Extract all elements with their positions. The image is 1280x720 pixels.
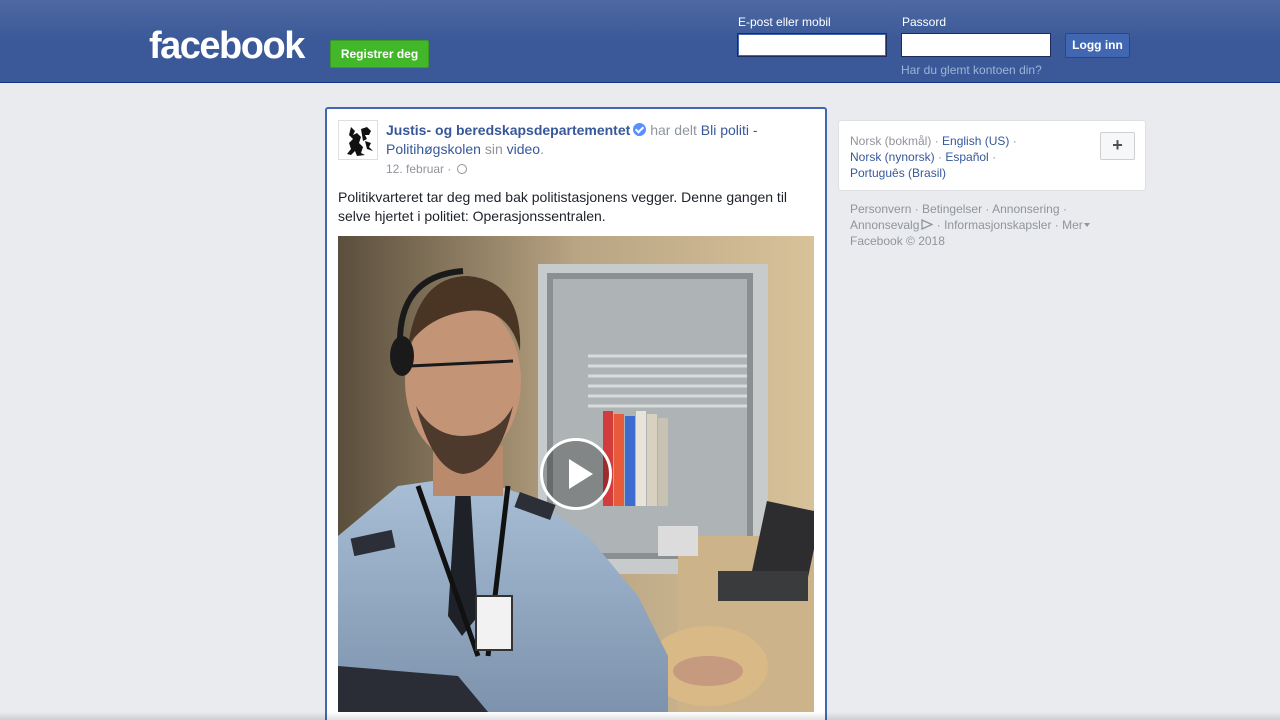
video-link[interactable]: video [507, 141, 540, 157]
email-field[interactable] [737, 33, 887, 57]
email-label: E-post eller mobil [738, 15, 831, 29]
current-language: Norsk (bokmål) [850, 134, 932, 148]
post-card: Justis- og beredskapsdepartementet har d… [325, 107, 827, 720]
caret-down-icon [1083, 223, 1090, 227]
period-text: . [540, 141, 544, 157]
footer-link-adchoices[interactable]: Annonsevalg [850, 218, 919, 232]
facebook-logo[interactable]: facebook [149, 26, 305, 66]
footer-link-advertising[interactable]: Annonsering [992, 202, 1059, 216]
forgot-account-link[interactable]: Har du glemt kontoen din? [901, 63, 1042, 77]
post-date[interactable]: 12. februar [386, 162, 444, 176]
footer-link-cookies[interactable]: Informasjonskapsler [944, 218, 1051, 232]
author-link[interactable]: Justis- og beredskapsdepartementet [386, 122, 630, 138]
footer-link-more[interactable]: Mer [1062, 218, 1083, 232]
register-button[interactable]: Registrer deg [330, 40, 429, 68]
language-link[interactable]: Português (Brasil) [850, 166, 946, 180]
play-button-icon[interactable] [540, 438, 612, 510]
language-link[interactable]: English (US) [942, 134, 1009, 148]
language-list: Norsk (bokmål) · English (US) · Norsk (n… [850, 134, 1017, 180]
copyright: Facebook © 2018 [850, 234, 945, 248]
top-bar: facebook Registrer deg E-post eller mobi… [0, 0, 1280, 83]
footer: Personvern · Betingelser · Annonsering ·… [850, 201, 1140, 249]
adchoices-icon [921, 218, 934, 231]
post-header: Justis- og beredskapsdepartementet har d… [386, 121, 806, 159]
video-player[interactable] [338, 236, 814, 712]
post-meta: 12. februar · [386, 162, 467, 176]
shared-text: har delt [650, 122, 697, 138]
sin-text: sin [484, 141, 503, 157]
footer-link-terms[interactable]: Betingelser [922, 202, 982, 216]
login-button[interactable]: Logg inn [1065, 33, 1130, 58]
page-avatar[interactable] [338, 120, 378, 160]
footer-link-privacy[interactable]: Personvern [850, 202, 911, 216]
language-link[interactable]: Español [945, 150, 988, 164]
more-languages-button[interactable]: + [1100, 132, 1135, 160]
bottom-shadow [0, 712, 1280, 720]
language-link[interactable]: Norsk (nynorsk) [850, 150, 935, 164]
separator: · [447, 162, 452, 176]
globe-icon[interactable] [456, 164, 467, 174]
password-field[interactable] [901, 33, 1051, 57]
password-label: Passord [902, 15, 947, 29]
language-box: Norsk (bokmål) · English (US) · Norsk (n… [838, 120, 1146, 191]
verified-badge-icon [633, 123, 647, 136]
post-text: Politikvarteret tar deg med bak politist… [338, 189, 788, 224]
